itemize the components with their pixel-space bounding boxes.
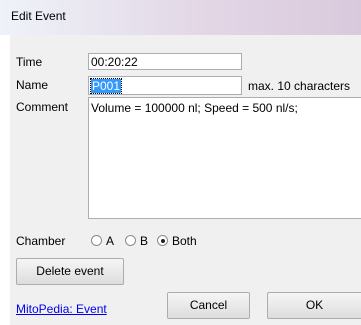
time-value: 00:20:22 <box>91 55 138 69</box>
chamber-a-label[interactable]: A <box>106 234 114 248</box>
comment-value: Volume = 100000 nl; Speed = 500 nl/s; <box>91 101 298 115</box>
delete-event-button[interactable]: Delete event <box>16 258 124 285</box>
comment-textarea[interactable]: Volume = 100000 nl; Speed = 500 nl/s; <box>88 97 361 219</box>
ok-label: OK <box>305 298 324 312</box>
chamber-b-label[interactable]: B <box>140 234 148 248</box>
comment-label: Comment <box>16 100 69 114</box>
name-input[interactable]: P001 <box>88 76 242 95</box>
delete-event-label: Delete event <box>36 264 104 278</box>
ok-button[interactable]: OK <box>267 292 361 319</box>
title-bar: Edit Event <box>0 0 361 35</box>
chamber-label: Chamber <box>16 234 66 248</box>
name-value: P001 <box>89 78 123 94</box>
chamber-both-radio[interactable] <box>157 235 168 246</box>
name-hint: max. 10 characters <box>248 79 351 93</box>
name-label: Name <box>16 78 49 92</box>
time-label: Time <box>16 55 43 69</box>
time-field: 00:20:22 <box>88 53 242 70</box>
window-title: Edit Event <box>11 9 66 23</box>
mitopedia-event-link[interactable]: MitoPedia: Event <box>16 302 107 316</box>
chamber-a-radio[interactable] <box>91 235 102 246</box>
cancel-label: Cancel <box>189 298 228 312</box>
chamber-b-radio[interactable] <box>125 235 136 246</box>
cancel-button[interactable]: Cancel <box>167 292 250 319</box>
chamber-both-label[interactable]: Both <box>172 234 197 248</box>
